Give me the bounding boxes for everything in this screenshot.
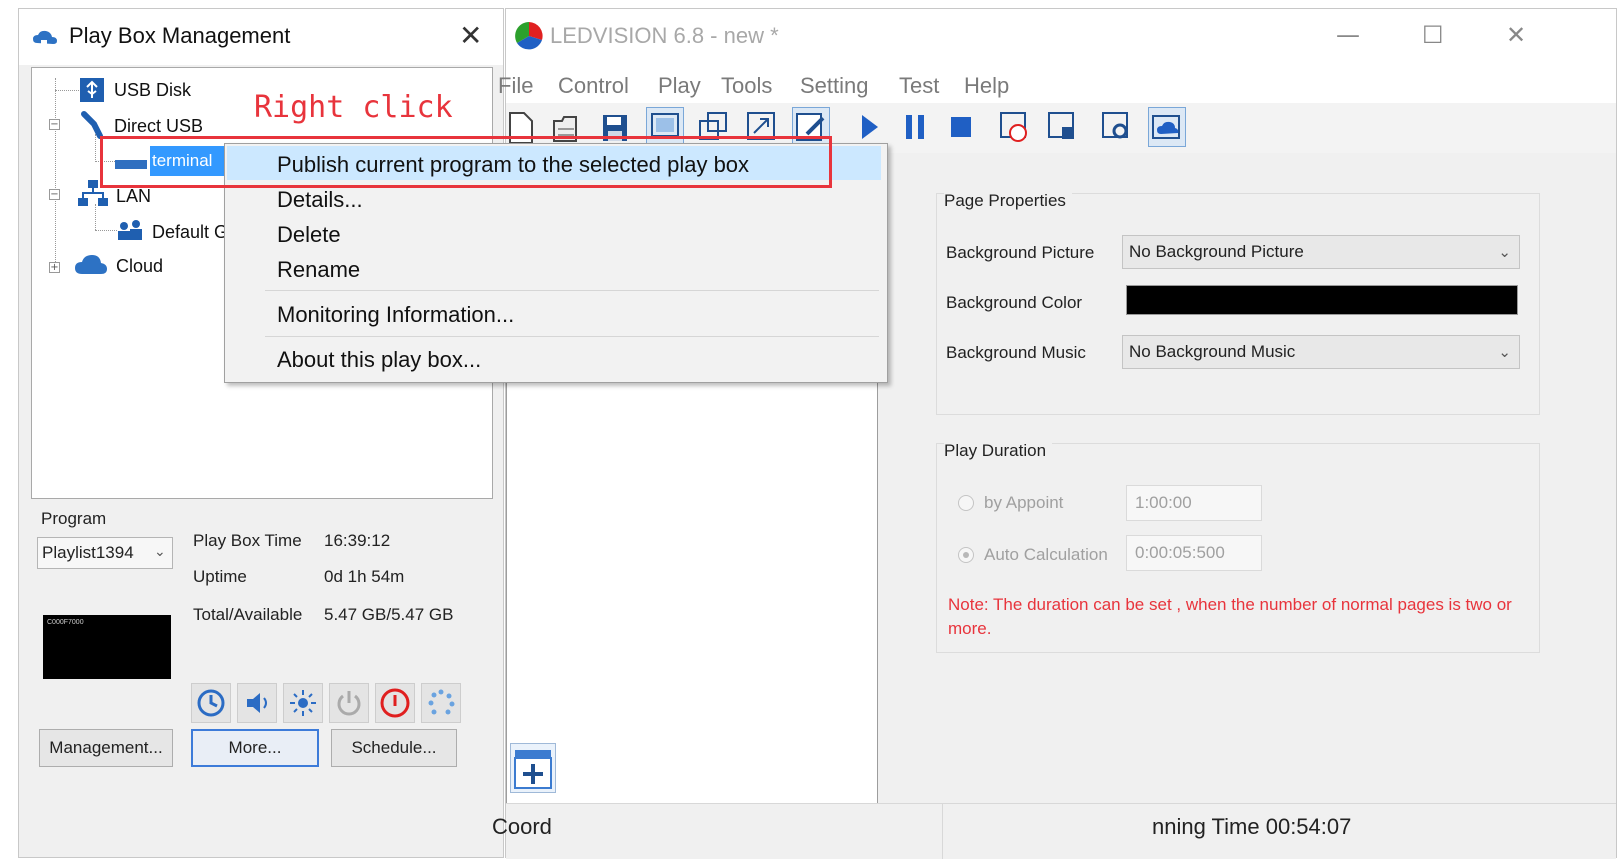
loading-icon[interactable] xyxy=(421,683,461,723)
background-music-select[interactable]: No Background Music ⌄ xyxy=(1122,335,1520,369)
menu-bar: File Control Play Tools Setting Test Hel… xyxy=(498,63,1616,103)
cloud-network-icon xyxy=(33,30,57,44)
menu-help[interactable]: Help xyxy=(964,73,1009,99)
background-music-value: No Background Music xyxy=(1129,342,1296,361)
duration-note: Note: The duration can be set , when the… xyxy=(948,595,1512,638)
menu-separator xyxy=(265,336,879,337)
status-bar: Coord nning Time 00:54:07 xyxy=(492,803,1616,859)
menu-control[interactable]: Control xyxy=(558,73,629,99)
ledvision-title: LEDVISION 6.8 - new * xyxy=(550,23,779,48)
right-click-annotation: Right click xyxy=(254,90,453,125)
menu-tools[interactable]: Tools xyxy=(721,73,772,99)
background-music-label: Background Music xyxy=(946,343,1086,362)
close-icon[interactable]: ✕ xyxy=(459,19,482,52)
play-duration-title: Play Duration xyxy=(944,441,1053,461)
collapse-icon[interactable]: − xyxy=(49,189,60,200)
timer-icon[interactable] xyxy=(996,107,1034,147)
info-value: 0d 1h 54m xyxy=(324,567,405,586)
play-box-title-bar: Play Box Management ✕ xyxy=(19,9,503,65)
info-label: Total/Available xyxy=(193,605,303,624)
coord-status: Coord xyxy=(492,814,552,839)
settings-screen-icon[interactable] xyxy=(1098,107,1136,147)
page-list-panel[interactable] xyxy=(506,363,878,859)
monitoring-information-menu-item[interactable]: Monitoring Information... xyxy=(277,302,514,328)
tree-item-usb-disk[interactable]: USB Disk xyxy=(114,80,191,101)
by-appoint-label: by Appoint xyxy=(984,493,1064,512)
ledvision-logo-icon xyxy=(515,22,543,50)
background-picture-select[interactable]: No Background Picture ⌄ xyxy=(1122,235,1520,269)
cloud-screen-icon xyxy=(1152,115,1180,139)
menu-play[interactable]: Play xyxy=(658,73,701,99)
play-icon[interactable] xyxy=(850,107,888,147)
power-icon[interactable] xyxy=(329,683,369,723)
lock-icon[interactable] xyxy=(1044,107,1082,147)
tree-item-cloud[interactable]: Cloud xyxy=(116,256,163,277)
tree-item-lan[interactable]: LAN xyxy=(116,186,151,207)
program-select[interactable]: Playlist1394 ⌄ xyxy=(37,537,173,569)
chevron-down-icon: ⌄ xyxy=(154,544,166,560)
program-label: Program xyxy=(41,509,107,528)
minimize-icon[interactable]: — xyxy=(1336,21,1360,49)
volume-icon[interactable] xyxy=(237,683,277,723)
info-value: 16:39:12 xyxy=(324,531,391,550)
tree-item-default-group[interactable]: Default G xyxy=(152,222,228,243)
play-box-title: Play Box Management xyxy=(69,23,291,48)
brightness-icon[interactable] xyxy=(283,683,323,723)
maximize-icon[interactable]: ☐ xyxy=(1422,21,1444,49)
program-preview: C000F7000 xyxy=(43,615,171,679)
usb-disk-icon xyxy=(80,78,104,102)
menu-setting[interactable]: Setting xyxy=(800,73,869,99)
info-value: 5.47 GB/5.47 GB xyxy=(324,605,454,624)
more-button[interactable]: More... xyxy=(191,729,319,767)
info-label: Uptime xyxy=(193,567,247,586)
by-appoint-field[interactable]: 1:00:00 xyxy=(1126,485,1262,521)
program-select-value: Playlist1394 xyxy=(42,543,134,562)
auto-calculation-radio[interactable] xyxy=(958,547,974,563)
annotation-box xyxy=(100,136,832,188)
auto-calculation-label: Auto Calculation xyxy=(984,545,1108,564)
menu-separator xyxy=(265,290,879,291)
close-icon[interactable]: ✕ xyxy=(1506,21,1526,49)
running-time-status: nning Time 00:54:07 xyxy=(1152,814,1352,839)
clock-icon[interactable] xyxy=(191,683,231,723)
chevron-down-icon: ⌄ xyxy=(1498,343,1511,361)
schedule-button[interactable]: Schedule... xyxy=(331,729,457,767)
preview-text: C000F7000 xyxy=(47,619,84,626)
background-color-label: Background Color xyxy=(946,293,1083,312)
add-page-button[interactable] xyxy=(510,743,556,793)
chevron-down-icon: ⌄ xyxy=(1498,243,1511,261)
ledvision-title-bar: LEDVISION 6.8 - new * — ☐ ✕ xyxy=(506,9,1616,63)
info-label: Play Box Time xyxy=(193,531,302,550)
by-appoint-radio[interactable] xyxy=(958,495,974,511)
expand-icon[interactable]: + xyxy=(49,262,60,273)
rename-menu-item[interactable]: Rename xyxy=(277,257,360,283)
add-page-icon xyxy=(514,750,552,789)
details-menu-item[interactable]: Details... xyxy=(277,187,363,213)
stop-icon[interactable] xyxy=(942,107,980,147)
menu-test[interactable]: Test xyxy=(899,73,939,99)
delete-menu-item[interactable]: Delete xyxy=(277,222,341,248)
background-color-swatch[interactable] xyxy=(1126,285,1518,315)
group-icon xyxy=(118,220,142,240)
background-picture-label: Background Picture xyxy=(946,243,1095,262)
page-properties-title: Page Properties xyxy=(944,191,1072,211)
collapse-icon[interactable]: − xyxy=(49,119,60,130)
play-box-button[interactable] xyxy=(1148,107,1186,147)
shutdown-icon[interactable] xyxy=(375,683,415,723)
pause-icon[interactable] xyxy=(896,107,934,147)
auto-calculation-field[interactable]: 0:00:05:500 xyxy=(1126,535,1262,571)
cloud-icon xyxy=(75,255,107,274)
about-play-box-menu-item[interactable]: About this play box... xyxy=(277,347,481,373)
menu-file[interactable]: File xyxy=(498,73,533,99)
tree-item-direct-usb[interactable]: Direct USB xyxy=(114,116,203,137)
management-button[interactable]: Management... xyxy=(39,729,173,767)
background-picture-value: No Background Picture xyxy=(1129,242,1304,261)
